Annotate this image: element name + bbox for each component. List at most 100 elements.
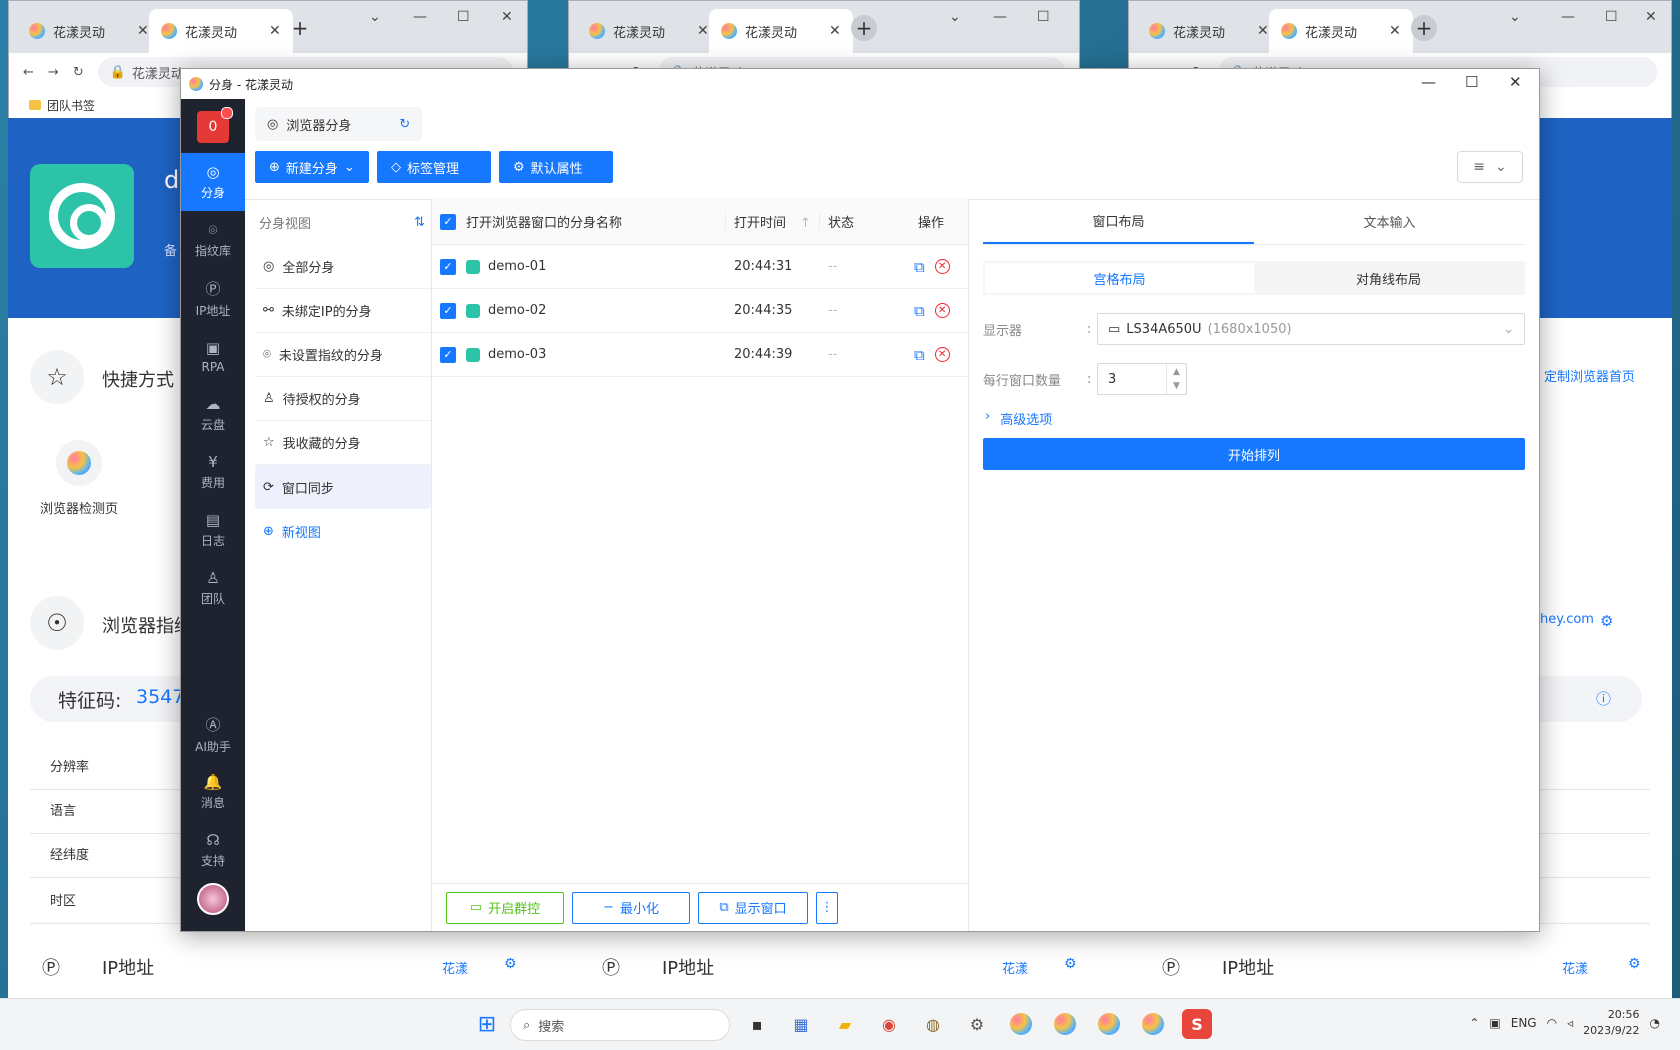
bookmark-folder[interactable]: 团队书签 (47, 97, 95, 114)
language-indicator[interactable]: ENG (1511, 1016, 1537, 1030)
ip-link[interactable]: 花漾 (1002, 958, 1028, 977)
monitor-select[interactable]: ▭ LS34A650U (1680x1050) ⌄ (1097, 313, 1525, 345)
gear-icon[interactable]: ⚙ (1064, 956, 1077, 972)
close-icon[interactable]: ✕ (501, 9, 513, 25)
view-all-clones[interactable]: ◎ 全部分身 (255, 245, 431, 289)
sidebar-item-team[interactable]: ♙ 团队 (181, 559, 245, 617)
browser-tab-active[interactable]: 花漾灵动 ✕ (709, 9, 853, 53)
new-view-button[interactable]: ⊕ 新视图 (255, 509, 431, 553)
back-icon[interactable]: ← (23, 65, 34, 80)
app-logo-icon[interactable] (1138, 1009, 1168, 1039)
sidebar-item-cloud[interactable]: ☁ 云盘 (181, 385, 245, 443)
table-row[interactable]: ✓ demo-03 20:44:39 -- ⧉ ✕ (432, 333, 968, 377)
view-pending-auth[interactable]: ♙ 待授权的分身 (255, 377, 431, 421)
maximize-icon[interactable]: ☐ (1037, 9, 1050, 25)
domain-link[interactable]: hey.com (1540, 612, 1594, 627)
row-checkbox[interactable]: ✓ (440, 346, 456, 363)
ip-link[interactable]: 花漾 (442, 958, 468, 977)
tray-app-icon[interactable]: ▣ (1489, 1016, 1500, 1030)
settings-icon[interactable]: ⚙ (962, 1009, 992, 1039)
close-circle-icon[interactable]: ✕ (934, 303, 950, 318)
copy-icon[interactable]: ⧉ (914, 302, 925, 320)
maximize-icon[interactable]: ☐ (1465, 73, 1478, 91)
maximize-icon[interactable]: ☐ (1605, 9, 1618, 25)
wifi-icon[interactable]: ◠ (1547, 1016, 1557, 1030)
gear-icon[interactable]: ⚙ (504, 956, 517, 972)
close-icon[interactable]: ✕ (1389, 23, 1401, 39)
copy-icon[interactable]: ⧉ (914, 346, 925, 364)
start-arrange-button[interactable]: 开始排列 (983, 438, 1525, 470)
diagonal-layout-option[interactable]: 对角线布局 (1254, 263, 1523, 293)
close-icon[interactable]: ✕ (829, 23, 841, 39)
gear-icon[interactable]: ⚙ (1628, 956, 1641, 972)
new-tab-icon[interactable]: + (851, 15, 877, 41)
advanced-options-toggle[interactable]: › 高级选项 (983, 409, 1525, 428)
chevron-up-icon[interactable]: ▲ (1173, 365, 1180, 379)
sidebar-item-logs[interactable]: ▤ 日志 (181, 501, 245, 559)
view-no-fingerprint[interactable]: ⌾ 未设置指纹的分身 (255, 333, 431, 377)
minimize-icon[interactable]: — (413, 9, 427, 25)
chevron-down-icon[interactable]: ⌄ (949, 9, 961, 25)
avatar[interactable] (197, 883, 229, 915)
chevron-up-icon[interactable]: ⌃ (1469, 1016, 1479, 1030)
chevron-down-icon[interactable]: ⌄ (369, 9, 381, 25)
close-icon[interactable]: ✕ (1645, 9, 1657, 25)
windows-start-icon[interactable]: ⊞ (472, 1009, 502, 1039)
chrome-icon[interactable]: ◉ (874, 1009, 904, 1039)
app-logo-icon[interactable] (1094, 1009, 1124, 1039)
close-icon[interactable]: ✕ (269, 23, 281, 39)
sort-icon[interactable]: ⇅ (414, 215, 425, 230)
clock[interactable]: 20:56 2023/9/22 (1583, 1007, 1639, 1039)
sidebar-item-support[interactable]: ☊ 支持 (181, 821, 245, 879)
close-icon[interactable]: ✕ (697, 23, 709, 39)
view-no-ip[interactable]: ⚯ 未绑定IP的分身 (255, 289, 431, 333)
sogou-icon[interactable]: S (1182, 1009, 1212, 1039)
sort-button[interactable]: ≡ ⌄ (1457, 151, 1523, 183)
tab-text-input[interactable]: 文本输入 (1254, 199, 1525, 244)
info-icon[interactable]: ⓘ (1596, 688, 1611, 709)
chevron-down-icon[interactable]: ▼ (1173, 379, 1180, 393)
minimize-icon[interactable]: — (1561, 9, 1575, 25)
row-checkbox[interactable]: ✓ (440, 258, 456, 275)
sidebar-item-clones[interactable]: ◎ 分身 (181, 153, 245, 211)
minimize-icon[interactable]: — (1421, 73, 1436, 91)
sort-arrow-icon[interactable]: ↑ (800, 216, 811, 231)
minimize-icon[interactable]: — (993, 9, 1007, 25)
minimize-windows-button[interactable]: − 最小化 (572, 891, 690, 924)
gear-icon[interactable]: ⚙ (1600, 612, 1613, 630)
app-logo-icon[interactable] (1006, 1009, 1036, 1039)
sidebar-item-rpa[interactable]: ▣ RPA (181, 327, 245, 385)
close-icon[interactable]: ✕ (1257, 23, 1269, 39)
group-control-button[interactable]: ▭ 开启群控 (446, 891, 564, 924)
view-window-sync[interactable]: ⟳ 窗口同步 (255, 465, 431, 509)
grid-layout-option[interactable]: 宫格布局 (985, 263, 1254, 293)
notification-badge[interactable]: 0 (197, 107, 233, 143)
new-tab-icon[interactable]: + (1411, 15, 1437, 41)
more-icon[interactable]: ⋮ (816, 891, 838, 924)
select-all-checkbox[interactable]: ✓ (440, 213, 456, 230)
browser-tab-active[interactable]: 花漾灵动 ✕ (149, 9, 293, 53)
tab-window-layout[interactable]: 窗口布局 (983, 199, 1254, 244)
refresh-icon[interactable]: ↻ (399, 117, 410, 132)
app-logo-icon[interactable] (1050, 1009, 1080, 1039)
taskbar-search[interactable]: ⌕ 搜索 (510, 1009, 730, 1041)
tab-browser-clones[interactable]: ◎ 浏览器分身 ↻ (255, 107, 423, 141)
row-checkbox[interactable]: ✓ (440, 302, 456, 319)
browser-tab[interactable]: 花漾灵动 ✕ (1137, 9, 1281, 53)
view-favorites[interactable]: ☆ 我收藏的分身 (255, 421, 431, 465)
shortcut-detect-page[interactable]: 浏览器检测页 (40, 498, 118, 517)
column-header-time[interactable]: 打开时间 ↑ (726, 212, 820, 231)
new-clone-button[interactable]: ⊕ 新建分身 ⌄ (255, 151, 369, 183)
chevron-down-icon[interactable]: ⌄ (1509, 9, 1521, 25)
close-circle-icon[interactable]: ✕ (934, 347, 950, 362)
reload-icon[interactable]: ↻ (73, 65, 84, 80)
sidebar-item-messages[interactable]: 🔔 消息 (181, 763, 245, 821)
ip-link[interactable]: 花漾 (1562, 958, 1588, 977)
close-circle-icon[interactable]: ✕ (934, 259, 950, 274)
new-tab-icon[interactable]: + (287, 15, 313, 41)
task-view-icon[interactable]: ▪ (742, 1009, 772, 1039)
copy-icon[interactable]: ⧉ (914, 258, 925, 276)
table-row[interactable]: ✓ demo-01 20:44:31 -- ⧉ ✕ (432, 245, 968, 289)
table-row[interactable]: ✓ demo-02 20:44:35 -- ⧉ ✕ (432, 289, 968, 333)
per-row-stepper[interactable]: 3 ▲ ▼ (1097, 363, 1187, 395)
